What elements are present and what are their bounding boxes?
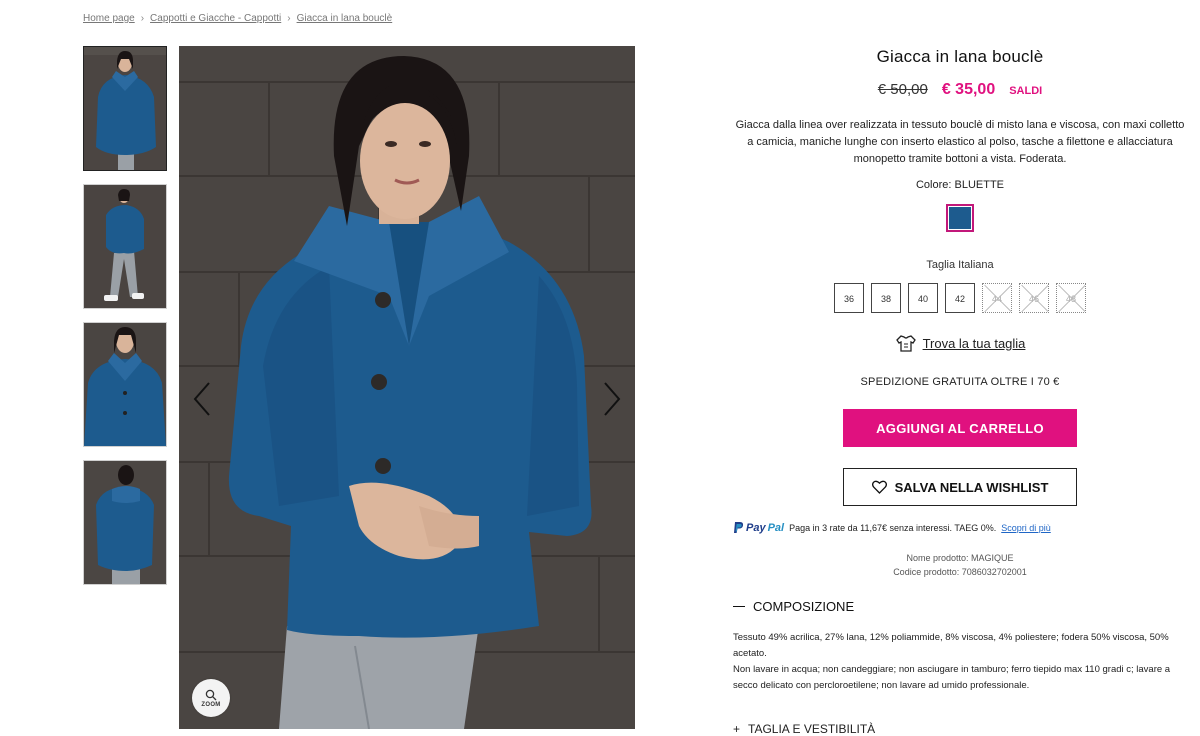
zoom-button[interactable]: ZOOM	[192, 679, 230, 717]
magnifier-icon	[205, 689, 217, 700]
size-option-44-unavailable[interactable]: 44	[982, 283, 1012, 313]
size-fit-title: TAGLIA E VESTIBILITÀ	[748, 722, 876, 736]
composition-content: Tessuto 49% acrilica, 27% lana, 12% poli…	[733, 630, 1187, 694]
free-shipping-notice: SPEDIZIONE GRATUITA OLTRE I 70 €	[860, 376, 1060, 388]
thumbnail-closeup[interactable]	[83, 322, 167, 447]
chevron-right-icon: ›	[140, 13, 145, 24]
sale-badge: SALDI	[1009, 85, 1043, 97]
find-size-link[interactable]: Trova la tua taglia	[733, 334, 1187, 352]
find-size-label[interactable]: Trova la tua taglia	[923, 336, 1026, 351]
paypal-learn-more-link[interactable]: Scopri di più	[1001, 523, 1051, 533]
thumbnail-front[interactable]	[83, 46, 167, 171]
previous-image-arrow[interactable]	[191, 381, 213, 417]
price-row: € 50,00 € 35,00 SALDI	[733, 81, 1187, 99]
breadcrumb: Home page › Cappotti e Giacche - Cappott…	[83, 13, 392, 24]
size-option-36[interactable]: 36	[834, 283, 864, 313]
sale-price: € 35,00	[941, 81, 996, 98]
heart-icon	[871, 480, 887, 494]
breadcrumb-category-link[interactable]: Cappotti e Giacche - Cappotti	[150, 13, 281, 24]
thumbnail-front-image	[84, 47, 166, 170]
product-title: Giacca in lana bouclè	[876, 47, 1044, 66]
color-swatch-bluette[interactable]	[946, 204, 974, 232]
breadcrumb-home-link[interactable]: Home page	[83, 13, 135, 24]
paypal-icon	[734, 522, 744, 533]
composition-section-toggle[interactable]: COMPOSIZIONE	[733, 599, 1187, 614]
size-fit-section-toggle[interactable]: + TAGLIA E VESTIBILITÀ	[733, 722, 875, 736]
add-to-cart-button[interactable]: AGGIUNGI AL CARRELLO	[843, 409, 1077, 447]
size-label: Taglia Italiana	[926, 259, 994, 271]
product-code: Codice prodotto: 7086032702001	[893, 567, 1027, 577]
zoom-label: ZOOM	[201, 701, 221, 708]
paypal-logo-pal: Pal	[767, 521, 785, 534]
color-label: Colore: BLUETTE	[915, 179, 1005, 191]
size-option-42[interactable]: 42	[945, 283, 975, 313]
thumbnail-back[interactable]	[83, 460, 167, 585]
measuring-shirt-icon	[895, 335, 916, 352]
product-name: Nome prodotto: MAGIQUE	[906, 553, 1014, 563]
collapse-minus-icon	[733, 605, 745, 608]
save-wishlist-button[interactable]: SALVA NELLA WISHLIST	[843, 468, 1077, 506]
thumbnail-walking-image	[84, 185, 166, 308]
composition-title: COMPOSIZIONE	[753, 599, 855, 614]
original-price: € 50,00	[877, 81, 928, 98]
composition-text: Tessuto 49% acrilica, 27% lana, 12% poli…	[733, 632, 1169, 659]
size-option-40[interactable]: 40	[908, 283, 938, 313]
paypal-installments: Pay Pal Paga in 3 rate da 11,67€ senza in…	[733, 521, 1187, 534]
thumbnail-list	[83, 46, 167, 598]
paypal-text: Paga in 3 rate da 11,67€ senza interessi…	[789, 522, 997, 533]
wishlist-label: SALVA NELLA WISHLIST	[894, 479, 1049, 495]
product-photo	[179, 46, 635, 729]
care-instructions: Non lavare in acqua; non candeggiare; no…	[733, 664, 1171, 691]
size-option-46-unavailable[interactable]: 46	[1019, 283, 1049, 313]
product-info-panel: Giacca in lana bouclè € 50,00 € 35,00 SA…	[733, 40, 1187, 694]
breadcrumb-current-link[interactable]: Giacca in lana bouclè	[297, 13, 393, 24]
main-product-image[interactable]: ZOOM	[179, 46, 635, 729]
chevron-right-icon: ›	[287, 13, 291, 24]
thumbnail-walking[interactable]	[83, 184, 167, 309]
size-option-48-unavailable[interactable]: 48	[1056, 283, 1086, 313]
thumbnail-closeup-image	[84, 323, 166, 446]
size-option-38[interactable]: 38	[871, 283, 901, 313]
thumbnail-back-image	[84, 461, 166, 584]
product-meta: Nome prodotto: MAGIQUE Codice prodotto: …	[733, 551, 1187, 579]
product-description: Giacca dalla linea over realizzata in te…	[735, 119, 1185, 165]
size-selector: 36 38 40 42 44 46 48	[733, 283, 1187, 313]
next-image-arrow[interactable]	[601, 381, 623, 417]
expand-plus-icon: +	[733, 722, 741, 736]
paypal-logo: Pay Pal	[733, 521, 784, 534]
color-swatch-fill	[949, 207, 971, 229]
paypal-logo-pay: Pay	[746, 521, 766, 534]
